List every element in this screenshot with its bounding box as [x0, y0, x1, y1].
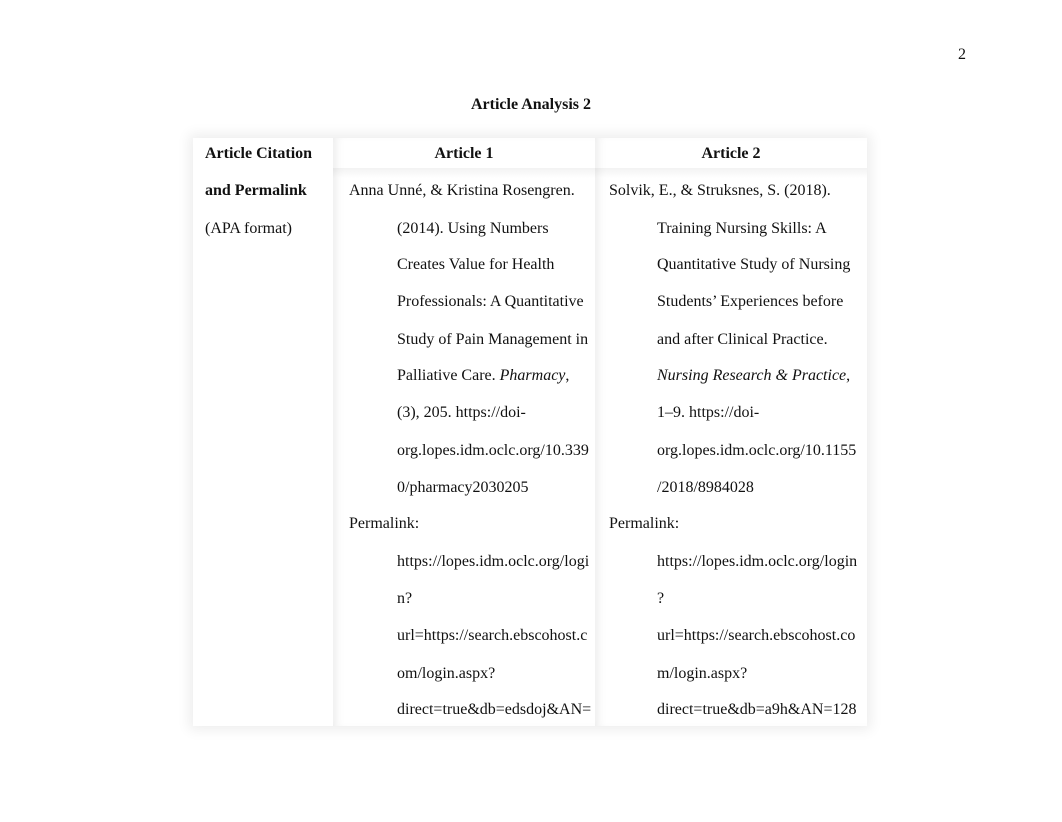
- article-1-citation-line: (3), 205. https://doi-: [397, 404, 526, 421]
- article-2-citation-line: Nursing Research & Practice,: [657, 366, 850, 386]
- article-1-column: Article 1 Anna Unné, & Kristina Rosengre…: [333, 138, 595, 726]
- article-1-permalink[interactable]: url=https://search.ebscohost.c: [397, 626, 587, 646]
- header-label-line-2: and Permalink: [205, 182, 307, 199]
- article-1-citation-line: Creates Value for Health: [397, 256, 555, 273]
- article-2-permalink[interactable]: direct=true&db=a9h&AN=128: [657, 700, 856, 720]
- article-2-citation-line: 1–9. https://doi-: [657, 404, 760, 421]
- article-2-citation-line: Quantitative Study of Nursing: [657, 256, 851, 273]
- article-1-permalink[interactable]: n?: [397, 589, 412, 609]
- article-2-permalink[interactable]: url=https://search.ebscohost.co: [657, 626, 855, 646]
- article-2-permalink[interactable]: ?: [657, 589, 664, 609]
- article-2-journal-suffix: ,: [846, 367, 851, 384]
- article-2-citation-line: Solvik, E., & Struksnes, S. (2018).: [609, 182, 831, 199]
- article-2-permalink[interactable]: m/login.aspx?: [657, 664, 747, 684]
- article-1-citation-line: (2014). Using Numbers: [397, 220, 549, 237]
- article-1-journal: Pharmacy: [499, 367, 566, 384]
- article-2-citation-line: Students’ Experiences before: [657, 293, 844, 310]
- article-2-citation-line: and after Clinical Practice.: [657, 331, 828, 348]
- article-2-doi-link[interactable]: org.lopes.idm.oclc.org/10.1155: [657, 441, 856, 461]
- article-2-journal: Nursing Research & Practice: [657, 367, 847, 384]
- header-label-note: (APA format): [205, 220, 292, 237]
- article-1-citation-line: Professionals: A Quantitative: [397, 293, 584, 310]
- document-title: Article Analysis 2: [471, 96, 591, 113]
- article-1-permalink[interactable]: direct=true&db=edsdoj&AN=: [397, 700, 591, 720]
- header-label-line-1: Article Citation: [205, 145, 313, 162]
- article-1-header: Article 1: [434, 145, 494, 162]
- article-analysis-table: Article Citation and Permalink (APA form…: [193, 138, 867, 726]
- article-2-permalink[interactable]: https://lopes.idm.oclc.org/login: [657, 552, 857, 572]
- article-1-permalink[interactable]: https://lopes.idm.oclc.org/logi: [397, 552, 589, 572]
- article-1-journal-suffix: ,: [565, 367, 570, 384]
- article-2-permalink-label: Permalink:: [609, 515, 680, 532]
- article-1-doi-link[interactable]: org.lopes.idm.oclc.org/10.339: [397, 441, 589, 461]
- label-column: Article Citation and Permalink (APA form…: [193, 138, 333, 726]
- article-2-doi-link[interactable]: /2018/8984028: [657, 478, 754, 498]
- article-1-doi-link[interactable]: 0/pharmacy2030205: [397, 478, 529, 498]
- article-2-column: Article 2 Solvik, E., & Struksnes, S. (2…: [595, 138, 867, 726]
- article-1-permalink[interactable]: om/login.aspx?: [397, 664, 495, 684]
- article-1-citation-line: Palliative Care. Pharmacy,: [397, 366, 569, 386]
- article-1-citation-text: Palliative Care.: [397, 367, 500, 384]
- article-1-citation-line: Study of Pain Management in: [397, 331, 589, 348]
- page-number: 2: [958, 46, 966, 63]
- article-1-permalink-label: Permalink:: [349, 515, 420, 532]
- article-1-citation-line: Anna Unné, & Kristina Rosengren.: [349, 182, 575, 199]
- article-2-citation-line: Training Nursing Skills: A: [657, 220, 827, 237]
- article-2-header: Article 2: [701, 145, 761, 162]
